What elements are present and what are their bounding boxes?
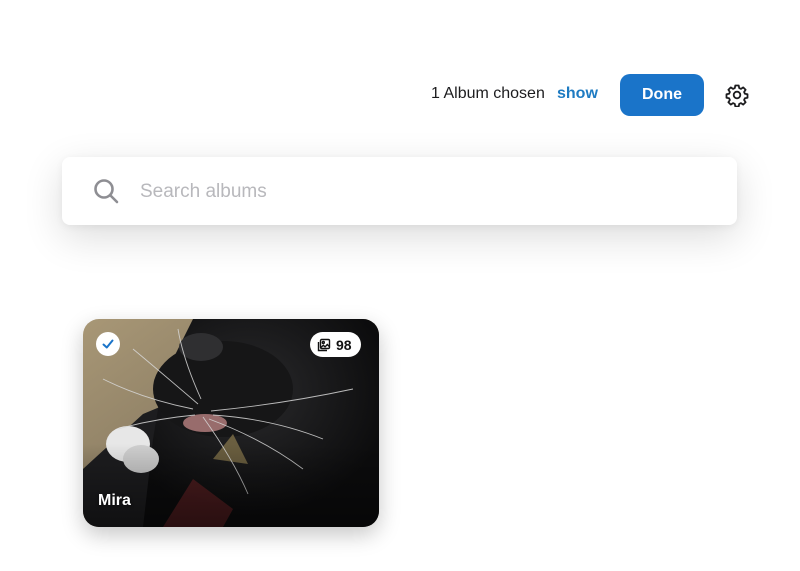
selected-checkmark-icon[interactable] xyxy=(96,332,120,356)
photo-count: 98 xyxy=(336,336,352,353)
album-picker-page: 1 Album chosen show Done Search albums 9… xyxy=(0,0,800,571)
album-card-mira[interactable]: 98 Mira xyxy=(83,319,379,527)
photos-icon xyxy=(317,338,331,351)
search-bar xyxy=(62,157,737,225)
search-icon xyxy=(94,179,119,204)
selection-toolbar: 1 Album chosen show Done xyxy=(0,74,800,116)
done-button[interactable]: Done xyxy=(620,74,704,116)
show-selected-link[interactable]: show xyxy=(557,85,598,103)
album-title: Mira xyxy=(98,492,131,509)
selection-count-text: 1 Album chosen xyxy=(431,85,545,102)
search-input[interactable] xyxy=(138,171,722,213)
photo-count-badge: 98 xyxy=(310,332,361,357)
gear-icon[interactable] xyxy=(724,82,750,108)
